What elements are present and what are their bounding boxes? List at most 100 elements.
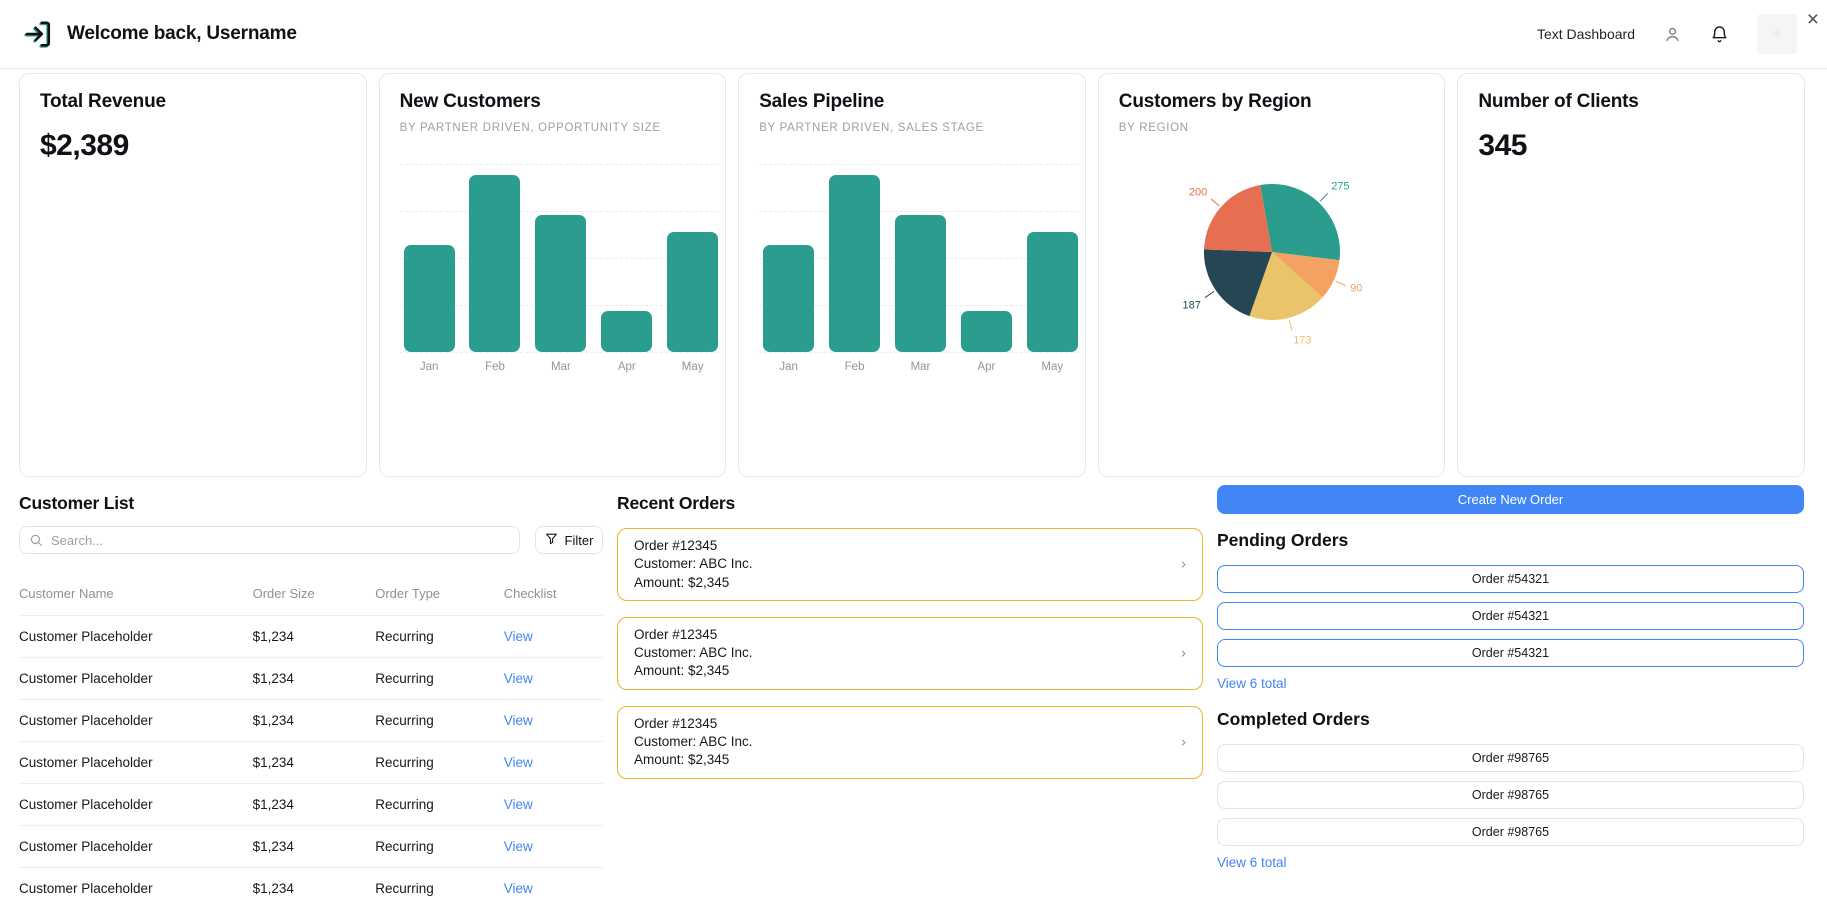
table-cell: View xyxy=(504,868,603,909)
customer-list-heading: Customer List xyxy=(19,493,603,514)
card-sales-pipeline: Sales Pipeline BY PARTNER DRIVEN, SALES … xyxy=(738,73,1086,477)
completed-order-button[interactable]: Order #98765 xyxy=(1217,744,1804,772)
table-cell: $1,234 xyxy=(253,700,376,742)
table-cell: Customer Placeholder xyxy=(19,616,253,658)
table-row: Customer Placeholder$1,234RecurringView xyxy=(19,658,603,700)
table-cell: $1,234 xyxy=(253,742,376,784)
table-cell: $1,234 xyxy=(253,826,376,868)
view-link[interactable]: View xyxy=(504,797,533,812)
recent-order-card[interactable]: Order #12345Customer: ABC Inc.Amount: $2… xyxy=(617,617,1203,690)
pending-order-button[interactable]: Order #54321 xyxy=(1217,639,1804,667)
card-number-of-clients: Number of Clients 345 xyxy=(1457,73,1805,477)
view-link[interactable]: View xyxy=(504,629,533,644)
card-subtitle: BY PARTNER DRIVEN, SALES STAGE xyxy=(759,122,1065,134)
pie-slice-275 xyxy=(1260,184,1340,260)
filter-button[interactable]: Filter xyxy=(535,526,603,554)
pie-label: 275 xyxy=(1331,181,1349,193)
table-row: Customer Placeholder$1,234RecurringView xyxy=(19,826,603,868)
card-total-revenue: Total Revenue $2,389 xyxy=(19,73,367,477)
new-customers-bar-chart: JanFebMarAprMay xyxy=(400,164,706,373)
pending-view-total-link[interactable]: View 6 total xyxy=(1217,676,1287,691)
table-cell: $1,234 xyxy=(253,658,376,700)
column-header: Order Type xyxy=(375,574,503,616)
avatar[interactable]: ✳ xyxy=(1757,14,1797,54)
card-subtitle: BY PARTNER DRIVEN, OPPORTUNITY SIZE xyxy=(400,122,706,134)
chevron-right-icon: › xyxy=(1181,645,1186,662)
view-link[interactable]: View xyxy=(504,881,533,896)
recent-orders-panel: Recent Orders Order #12345Customer: ABC … xyxy=(617,493,1203,909)
order-detail-line: Order #12345 xyxy=(634,537,1162,555)
region-pie-chart: 27590173187200 xyxy=(1119,142,1425,372)
completed-order-button[interactable]: Order #98765 xyxy=(1217,818,1804,846)
x-axis-label: Apr xyxy=(601,361,652,373)
card-title: Total Revenue xyxy=(40,91,346,113)
search-input[interactable] xyxy=(19,526,520,554)
x-axis-label: Feb xyxy=(829,361,880,373)
chevron-right-icon: › xyxy=(1181,556,1186,573)
view-link[interactable]: View xyxy=(504,839,533,854)
recent-order-card[interactable]: Order #12345Customer: ABC Inc.Amount: $2… xyxy=(617,528,1203,601)
table-row: Customer Placeholder$1,234RecurringView xyxy=(19,784,603,826)
table-row: Customer Placeholder$1,234RecurringView xyxy=(19,700,603,742)
completed-view-total-link[interactable]: View 6 total xyxy=(1217,855,1287,870)
order-detail-line: Order #12345 xyxy=(634,715,1162,733)
bar-feb xyxy=(469,175,520,352)
view-link[interactable]: View xyxy=(504,755,533,770)
card-title: New Customers xyxy=(400,91,706,113)
column-header: Customer Name xyxy=(19,574,253,616)
view-link[interactable]: View xyxy=(504,713,533,728)
table-cell: Customer Placeholder xyxy=(19,700,253,742)
x-axis-label: Apr xyxy=(961,361,1012,373)
order-detail-line: Amount: $2,345 xyxy=(634,662,1162,680)
login-icon xyxy=(23,19,53,49)
search-icon xyxy=(29,533,43,552)
kpi-cards-row: Total Revenue $2,389 New Customers BY PA… xyxy=(0,69,1827,477)
pie-label-leader xyxy=(1335,281,1345,286)
x-axis-label: Mar xyxy=(535,361,586,373)
table-cell: View xyxy=(504,784,603,826)
close-icon[interactable]: × xyxy=(1801,8,1825,31)
sparkle-icon: ✳ xyxy=(1772,26,1783,42)
pending-order-button[interactable]: Order #54321 xyxy=(1217,565,1804,593)
table-cell: Recurring xyxy=(375,658,503,700)
pending-order-button[interactable]: Order #54321 xyxy=(1217,602,1804,630)
column-header: Order Size xyxy=(253,574,376,616)
table-cell: Customer Placeholder xyxy=(19,658,253,700)
bell-icon[interactable] xyxy=(1710,25,1729,44)
recent-order-card[interactable]: Order #12345Customer: ABC Inc.Amount: $2… xyxy=(617,706,1203,779)
table-row: Customer Placeholder$1,234RecurringView xyxy=(19,868,603,909)
view-link[interactable]: View xyxy=(504,671,533,686)
order-detail-line: Customer: ABC Inc. xyxy=(634,733,1162,751)
card-title: Sales Pipeline xyxy=(759,91,1065,113)
pie-label-leader xyxy=(1211,199,1219,206)
pie-slice-200 xyxy=(1204,185,1272,252)
create-new-order-button[interactable]: Create New Order xyxy=(1217,485,1804,514)
x-axis-label: May xyxy=(667,361,718,373)
table-cell: Recurring xyxy=(375,616,503,658)
table-cell: View xyxy=(504,826,603,868)
bar-jan xyxy=(404,245,455,352)
bar-apr xyxy=(961,311,1012,352)
order-detail-line: Amount: $2,345 xyxy=(634,751,1162,769)
bar-may xyxy=(1027,232,1078,352)
customer-table: Customer NameOrder SizeOrder TypeCheckli… xyxy=(19,574,603,909)
order-detail-line: Customer: ABC Inc. xyxy=(634,644,1162,662)
bar-mar xyxy=(895,215,946,352)
table-cell: $1,234 xyxy=(253,868,376,909)
pie-label: 173 xyxy=(1293,334,1311,346)
total-revenue-value: $2,389 xyxy=(40,129,346,163)
order-detail-line: Amount: $2,345 xyxy=(634,574,1162,592)
customer-list-panel: Customer List Filter Custome xyxy=(19,493,603,909)
order-detail-line: Customer: ABC Inc. xyxy=(634,555,1162,573)
table-cell: Customer Placeholder xyxy=(19,784,253,826)
table-cell: View xyxy=(504,700,603,742)
order-detail-line: Order #12345 xyxy=(634,626,1162,644)
table-cell: Customer Placeholder xyxy=(19,826,253,868)
nav-label: Text Dashboard xyxy=(1537,26,1635,42)
completed-order-button[interactable]: Order #98765 xyxy=(1217,781,1804,809)
table-row: Customer Placeholder$1,234RecurringView xyxy=(19,616,603,658)
pie-label-leader xyxy=(1289,320,1292,331)
user-icon[interactable] xyxy=(1663,25,1682,44)
bar-mar xyxy=(535,215,586,352)
column-header: Checklist xyxy=(504,574,603,616)
